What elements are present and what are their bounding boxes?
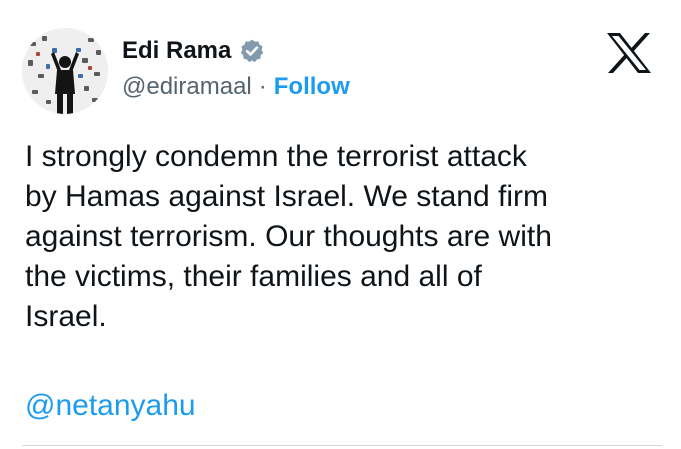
separator-dot: · (258, 73, 267, 100)
x-logo-icon[interactable] (606, 32, 652, 74)
divider (22, 445, 662, 446)
verified-badge-icon (239, 38, 265, 64)
follow-button[interactable]: Follow (274, 73, 350, 101)
tweet-text: I strongly condemn the terrorist attack … (25, 140, 552, 333)
author-handle[interactable]: @ediramaal (122, 73, 252, 101)
avatar[interactable] (22, 28, 108, 114)
tweet-card: Edi Rama @ediramaal · Follow I strongly … (0, 0, 681, 449)
author-display-name[interactable]: Edi Rama (122, 37, 231, 65)
author-name-row: Edi Rama (122, 37, 265, 65)
author-handle-row: @ediramaal · Follow (122, 73, 350, 101)
mention-link[interactable]: @netanyahu (25, 386, 196, 426)
